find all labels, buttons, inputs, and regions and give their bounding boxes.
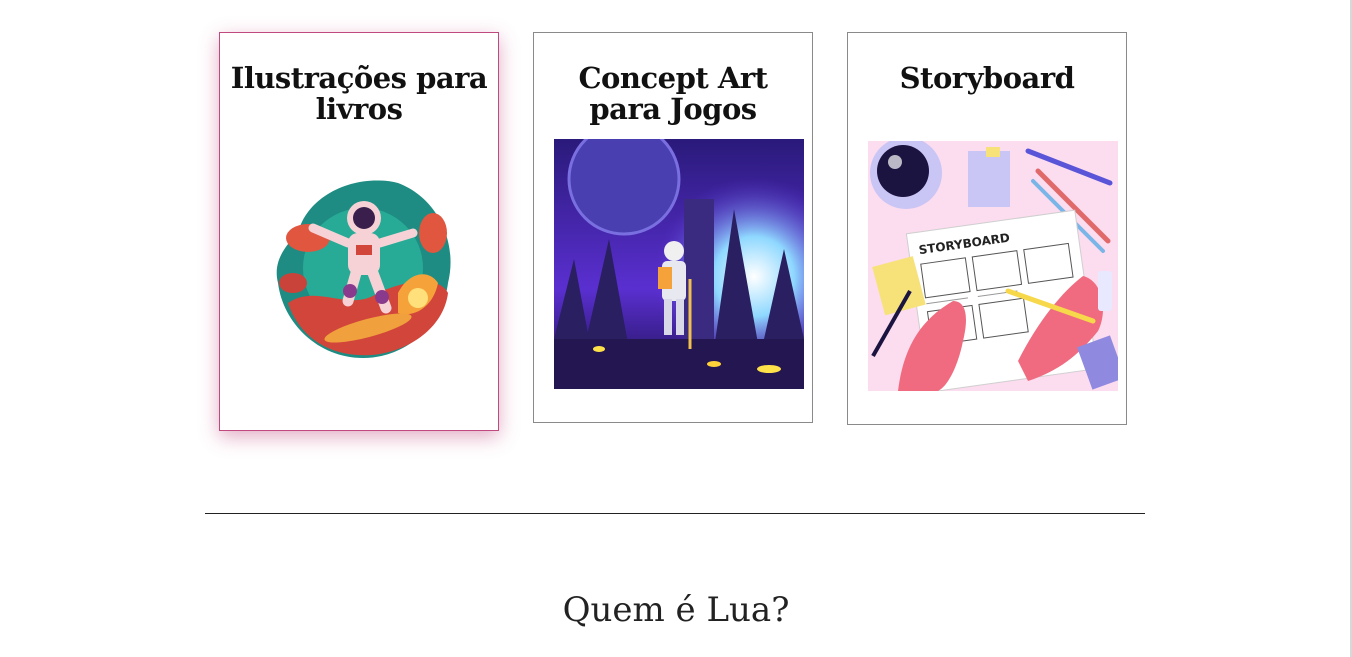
astronaut-illustration[interactable] [268,173,458,363]
card-title: Ilustrações para livros [230,61,488,126]
card-ilustracoes[interactable]: Ilustrações para livros [219,32,499,431]
card-title: Storyboard [899,61,1075,95]
section-divider [205,513,1145,514]
card-title: Concept Art para Jogos [578,61,768,126]
section-title: Quem é Lua? [562,590,790,630]
card-concept-art[interactable]: Concept Art para Jogos [533,32,813,423]
storyboard-image[interactable]: STORYBOARD [868,141,1118,391]
space-knight-image[interactable] [554,139,804,389]
card-storyboard[interactable]: Storyboard STORYBOARD [847,32,1127,425]
